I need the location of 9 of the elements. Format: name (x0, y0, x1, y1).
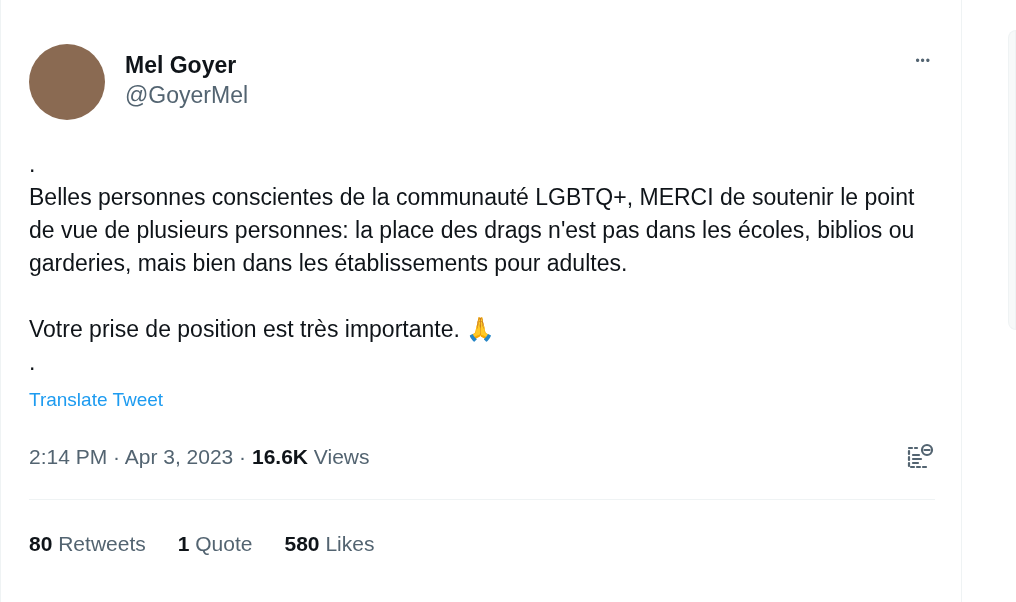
tweet-text: . Belles personnes conscientes de la communauté LGBTQ+, MERCI de soutenir le point de vue de plusieurs personnes: la place des drags n'est pas dans les écoles, biblios ou garderies, mais bien dans les établissements pour adultes. (29, 150, 916, 278)
stat-link[interactable]: 80 Retweets (29, 527, 146, 559)
stat-link[interactable]: 580 Likes (284, 527, 375, 559)
stat-link[interactable]: 1 Quote (177, 527, 253, 559)
author-name[interactable]: Mel Goyer (125, 50, 249, 80)
tweet-text: Votre prise de position est très importante. 🙏 . (29, 315, 497, 377)
tweet-timestamp: 2:14 PM · Apr 3, 2023 · 16.6K Views (29, 444, 370, 470)
author-handle[interactable]: @GoyerMel (125, 80, 249, 110)
more-button[interactable]: ••• (915, 52, 931, 70)
